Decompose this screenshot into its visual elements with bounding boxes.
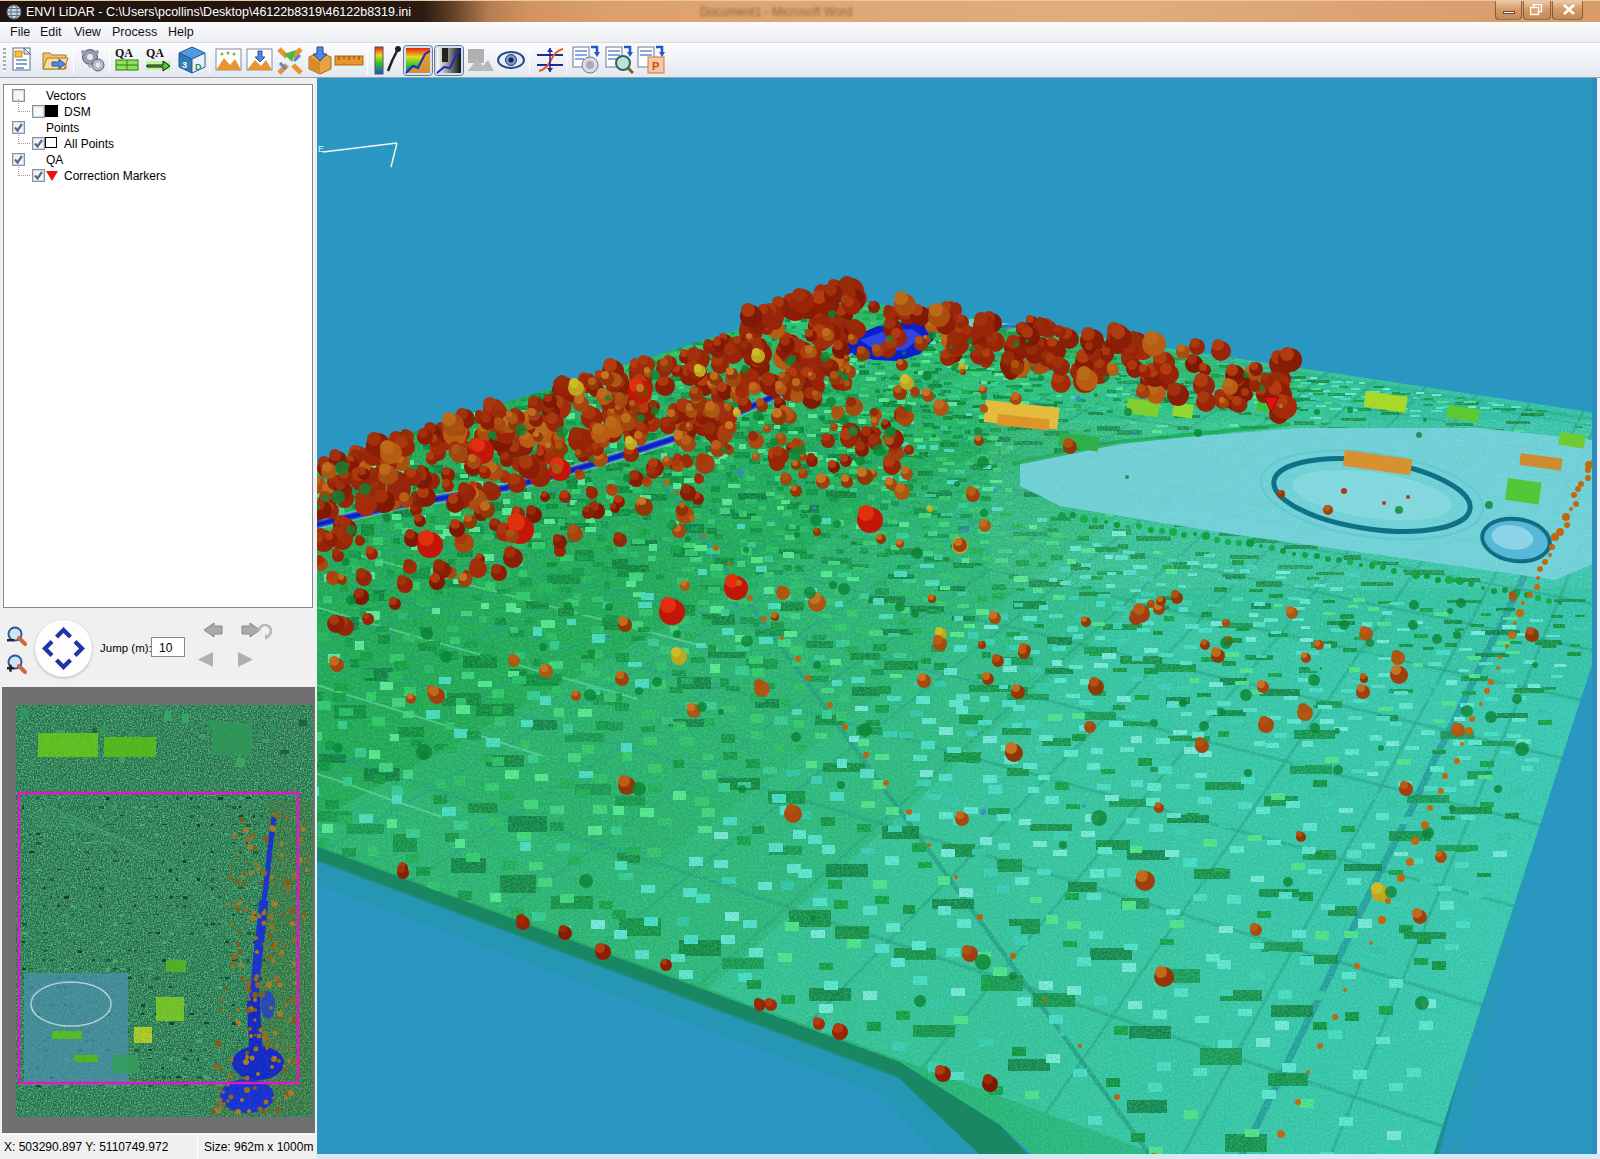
svg-text:D: D: [195, 62, 202, 72]
svg-text:P: P: [652, 60, 659, 72]
svg-text:QA: QA: [146, 46, 164, 60]
svg-text:QA: QA: [115, 46, 133, 60]
svg-text:E: E: [318, 144, 324, 154]
svg-text:3: 3: [182, 60, 187, 70]
